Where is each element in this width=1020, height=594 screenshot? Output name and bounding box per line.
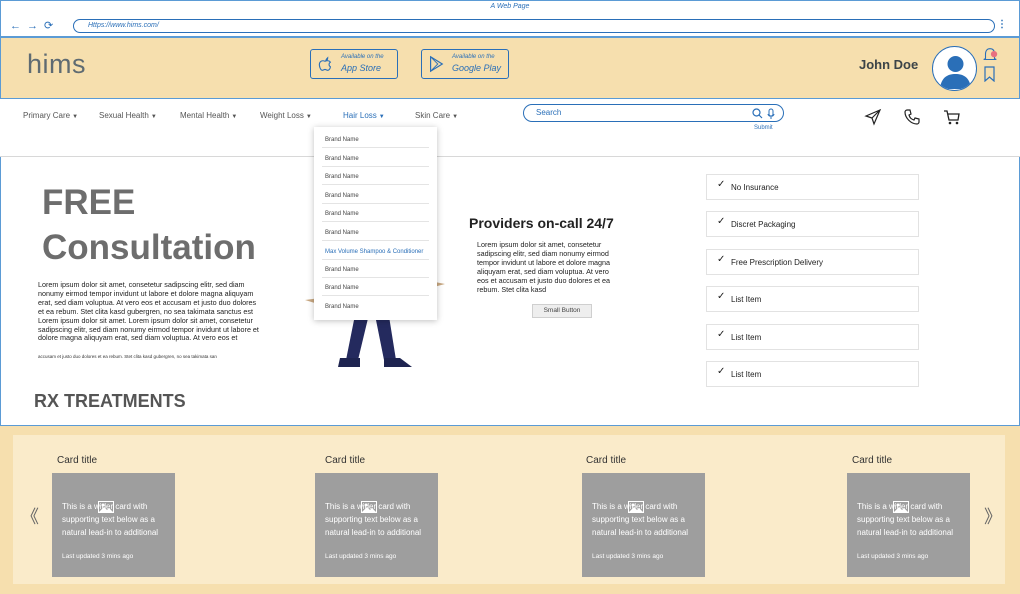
card-text: This is a wider card with supporting tex… bbox=[325, 502, 422, 537]
avatar[interactable] bbox=[932, 46, 977, 91]
providers-body-text: Lorem ipsum dolor sit amet, consetetur s… bbox=[477, 240, 611, 294]
dropdown-item[interactable]: Brand Name bbox=[322, 297, 429, 315]
dropdown-item[interactable]: Brand Name bbox=[322, 167, 429, 185]
search-icon[interactable] bbox=[752, 108, 763, 119]
carousel-next-icon[interactable]: 》 bbox=[984, 503, 1002, 529]
card-updated: Last updated 3 mins ago bbox=[325, 553, 397, 560]
chevron-down-icon: ▼ bbox=[231, 114, 238, 120]
cart-icon[interactable] bbox=[943, 108, 961, 126]
site-header: hims Available on the App Store Availabl… bbox=[0, 37, 1020, 99]
dropdown-item[interactable]: Brand Name bbox=[322, 149, 429, 167]
card-title: Card title bbox=[852, 455, 893, 466]
checkmark-icon: ✓ bbox=[717, 179, 726, 190]
nav-item-weight-loss[interactable]: Weight Loss ▼ bbox=[260, 111, 312, 120]
checklist-item-discret-packaging[interactable]: ✓ Discret Packaging bbox=[706, 211, 919, 237]
rx-cards-section: 《 》 Card title This is a wider card with… bbox=[0, 426, 1020, 594]
dropdown-item[interactable]: Brand Name bbox=[322, 223, 429, 241]
chevron-down-icon: ▼ bbox=[72, 114, 79, 120]
hero-title-line1: FREE bbox=[42, 183, 136, 222]
chevron-down-icon: ▼ bbox=[378, 114, 385, 120]
window-title: A Web Page bbox=[490, 3, 530, 10]
checkmark-icon: ✓ bbox=[717, 291, 726, 302]
card-updated: Last updated 3 mins ago bbox=[592, 553, 664, 560]
chevron-down-icon: ▼ bbox=[150, 114, 157, 120]
card[interactable]: This is a wider card with supporting tex… bbox=[315, 473, 438, 577]
bookmark-icon[interactable] bbox=[984, 66, 995, 82]
browser-chrome: A Web Page ← → ⟳ Https://www.hims.com/ ⋮ bbox=[0, 0, 1020, 37]
dropdown-item-highlighted[interactable]: Max Volume Shampoo & Conditioner bbox=[322, 242, 429, 260]
notification-bell-icon[interactable] bbox=[981, 46, 999, 64]
user-icon bbox=[940, 56, 971, 89]
site-logo[interactable]: hims bbox=[27, 49, 86, 80]
dropdown-item[interactable]: Brand Name bbox=[322, 278, 429, 296]
hero-body-text: Lorem ipsum dolor sit amet, consetetur s… bbox=[38, 280, 259, 343]
checkmark-icon: ✓ bbox=[717, 329, 726, 340]
card[interactable]: This is a wider card with supporting tex… bbox=[52, 473, 175, 577]
nav-item-sexual-health[interactable]: Sexual Health ▼ bbox=[99, 111, 157, 120]
dropdown-item[interactable]: Brand Name bbox=[322, 204, 429, 222]
hair-loss-dropdown: Brand Name Brand Name Brand Name Brand N… bbox=[314, 127, 437, 320]
dropdown-item[interactable]: Brand Name bbox=[322, 130, 429, 148]
small-button[interactable]: Small Button bbox=[532, 304, 592, 318]
phone-icon[interactable] bbox=[903, 108, 921, 126]
send-icon[interactable] bbox=[864, 108, 882, 126]
cards-carousel: 《 》 Card title This is a wider card with… bbox=[13, 435, 1005, 584]
checklist-item-no-insurance[interactable]: ✓ No Insurance bbox=[706, 174, 919, 200]
checklist-item[interactable]: ✓ List Item bbox=[706, 361, 919, 387]
nav-item-hair-loss[interactable]: Hair Loss ▼ bbox=[343, 111, 385, 120]
card-text: This is a wider card with supporting tex… bbox=[62, 502, 159, 537]
url-text: Https://www.hims.com/ bbox=[88, 22, 159, 29]
checkmark-icon: ✓ bbox=[717, 366, 726, 377]
carousel-prev-icon[interactable]: 《 bbox=[21, 503, 39, 529]
google-play-small-label: Available on the bbox=[452, 54, 495, 60]
google-play-label: Google Play bbox=[452, 63, 502, 73]
card-title: Card title bbox=[586, 455, 627, 466]
checkmark-icon: ✓ bbox=[717, 254, 726, 265]
checklist-item[interactable]: ✓ List Item bbox=[706, 286, 919, 312]
google-play-icon bbox=[430, 55, 444, 73]
app-store-button[interactable]: Available on the App Store bbox=[310, 49, 398, 79]
card-title: Card title bbox=[325, 455, 366, 466]
app-store-label: App Store bbox=[341, 63, 382, 73]
nav-item-primary-care[interactable]: Primary Care ▼ bbox=[23, 111, 78, 120]
forward-arrow-icon[interactable]: → bbox=[27, 20, 38, 32]
card-text: This is a wider card with supporting tex… bbox=[592, 502, 689, 537]
nav-item-mental-health[interactable]: Mental Health ▼ bbox=[180, 111, 237, 120]
search-submit-link[interactable]: Submit bbox=[754, 125, 773, 131]
apple-icon bbox=[318, 56, 332, 71]
address-bar[interactable]: Https://www.hims.com/ bbox=[73, 19, 995, 33]
microphone-icon[interactable] bbox=[767, 108, 775, 120]
hero-title-line2: Consultation bbox=[42, 228, 256, 267]
checkmark-icon: ✓ bbox=[717, 216, 726, 227]
browser-menu-icon[interactable]: ⋮ bbox=[997, 20, 1007, 30]
search-input[interactable]: Search bbox=[523, 104, 784, 122]
card[interactable]: This is a wider card with supporting tex… bbox=[847, 473, 970, 577]
search-placeholder: Search bbox=[536, 108, 562, 117]
checklist-item[interactable]: ✓ List Item bbox=[706, 324, 919, 350]
google-play-button[interactable]: Available on the Google Play bbox=[421, 49, 509, 79]
chevron-down-icon: ▼ bbox=[452, 114, 459, 120]
reload-icon[interactable]: ⟳ bbox=[44, 20, 53, 32]
hero-body-tiny-text: accusam et justo duo dolores et ea rebum… bbox=[38, 354, 217, 359]
app-store-small-label: Available on the bbox=[341, 54, 384, 60]
nav-item-skin-care[interactable]: Skin Care ▼ bbox=[415, 111, 458, 120]
chevron-down-icon: ▼ bbox=[305, 114, 312, 120]
dropdown-item[interactable]: Brand Name bbox=[322, 260, 429, 278]
checklist-item-free-delivery[interactable]: ✓ Free Prescription Delivery bbox=[706, 249, 919, 275]
dropdown-item[interactable]: Brand Name bbox=[322, 186, 429, 204]
section-title: RX TREATMENTS bbox=[34, 391, 186, 411]
card-updated: Last updated 3 mins ago bbox=[62, 553, 134, 560]
back-arrow-icon[interactable]: ← bbox=[10, 20, 21, 32]
card[interactable]: This is a wider card with supporting tex… bbox=[582, 473, 705, 577]
card-text: This is a wider card with supporting tex… bbox=[857, 502, 954, 537]
main-nav: Primary Care ▼ Sexual Health ▼ Mental Heal… bbox=[0, 99, 1020, 157]
card-updated: Last updated 3 mins ago bbox=[857, 553, 929, 560]
user-name[interactable]: John Doe bbox=[859, 57, 918, 72]
card-title: Card title bbox=[57, 455, 98, 466]
providers-title: Providers on-call 24/7 bbox=[469, 215, 614, 231]
